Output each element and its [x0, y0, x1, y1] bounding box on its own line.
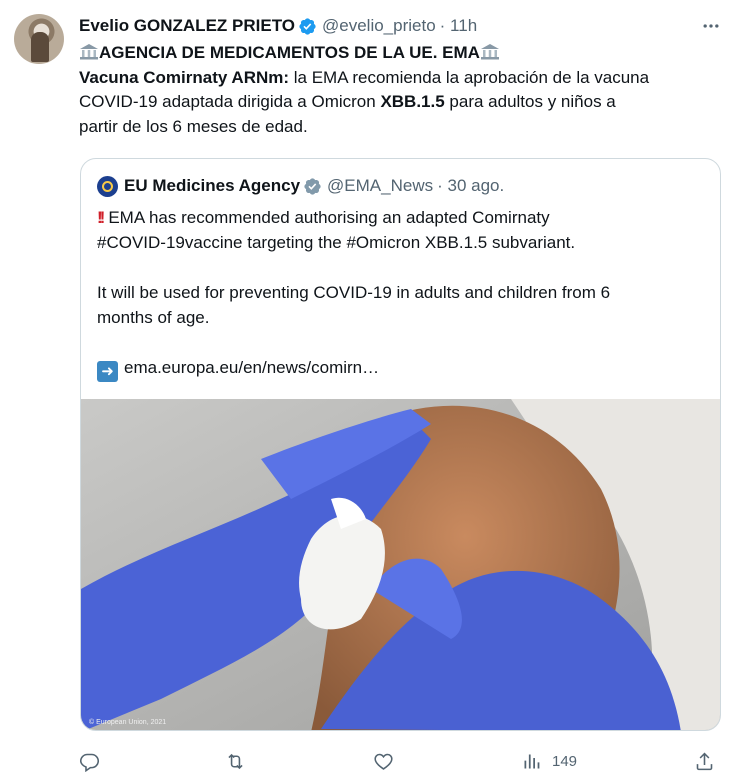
tweet-heading-line: AGENCIA DE MEDICAMENTOS DE LA UE. EMA [79, 41, 729, 66]
action-bar: 149 [79, 746, 729, 776]
views-button[interactable]: 149 [521, 746, 577, 776]
quote-time[interactable]: · 30 ago. [437, 176, 504, 196]
vaccination-photo[interactable]: © European Union, 2021 [81, 399, 720, 730]
tweet-body-2a: COVID-19 adaptada dirigida a Omicron [79, 92, 381, 111]
quote-header: EU Medicines Agency @EMA_News · 30 ago. [97, 175, 504, 197]
quote-line-2: #COVID-19vaccine targeting the #Omicron … [97, 233, 576, 252]
double-exclamation-icon: !! [97, 208, 106, 227]
reply-button[interactable] [79, 746, 100, 776]
tweet-body-1: la EMA recomienda la aprobación de la va… [289, 67, 650, 87]
bank-icon [80, 44, 98, 60]
share-button[interactable] [694, 746, 715, 776]
quoted-tweet[interactable]: EU Medicines Agency @EMA_News · 30 ago. … [80, 158, 721, 731]
like-button[interactable] [373, 746, 394, 776]
arrow-right-icon: ➜ [97, 361, 118, 382]
image-credit: © European Union, 2021 [89, 719, 167, 726]
retweet-icon [228, 753, 243, 769]
tweet-header: Evelio GONZALEZ PRIETO @evelio_prieto · … [79, 14, 477, 38]
quote-line-1: !! EMA has recommended authorising an ada… [97, 205, 707, 230]
quote-line-4: months of age. [97, 308, 210, 327]
author-handle[interactable]: @evelio_prieto [322, 16, 436, 36]
quote-link[interactable]: ema.europa.eu/en/news/comirn… [124, 358, 379, 377]
author-avatar[interactable] [14, 14, 64, 64]
author-name[interactable]: Evelio GONZALEZ PRIETO [79, 16, 295, 36]
bank-icon [480, 44, 499, 60]
verified-icon [304, 177, 321, 195]
tweet-time[interactable]: · 11h [440, 16, 478, 36]
tweet-text: AGENCIA DE MEDICAMENTOS DE LA UE. EMA Va… [79, 41, 729, 139]
more-icon [703, 24, 719, 28]
share-icon [696, 752, 713, 770]
variant-name: XBB.1.5 [380, 92, 445, 111]
retweet-button[interactable] [225, 746, 246, 776]
like-icon [374, 753, 393, 770]
photo-illustration [81, 399, 720, 730]
tweet-body-2b: para adultos y niños a [444, 92, 616, 111]
verified-icon [299, 17, 316, 35]
tweet-line-1: Vacuna Comirnaty ARNm: la EMA recomienda… [79, 66, 729, 91]
views-count: 149 [552, 752, 578, 770]
quote-avatar[interactable] [97, 175, 118, 197]
tweet-heading: AGENCIA DE MEDICAMENTOS DE LA UE. EMA [99, 43, 480, 62]
quote-blank-2 [97, 330, 707, 355]
quote-blank [97, 255, 707, 280]
vaccine-name: Vacuna Comirnaty ARNm: [79, 67, 290, 87]
more-button[interactable] [696, 14, 726, 38]
reply-icon [79, 753, 100, 772]
quote-line-3: It will be used for preventing COVID-19 … [97, 283, 611, 302]
tweet-line-3: partir de los 6 meses de edad. [79, 116, 308, 136]
views-icon [524, 754, 540, 768]
quote-text: !! EMA has recommended authorising an ada… [97, 205, 707, 382]
quote-link-line: ➜ ema.europa.eu/en/news/comirn… [97, 355, 707, 382]
quote-line-1-text: EMA has recommended authorising an adapt… [108, 208, 550, 227]
tweet-line-2: COVID-19 adaptada dirigida a Omicron XBB… [79, 90, 729, 115]
quote-author-handle[interactable]: @EMA_News [327, 176, 433, 196]
quote-author-name[interactable]: EU Medicines Agency [124, 176, 300, 196]
